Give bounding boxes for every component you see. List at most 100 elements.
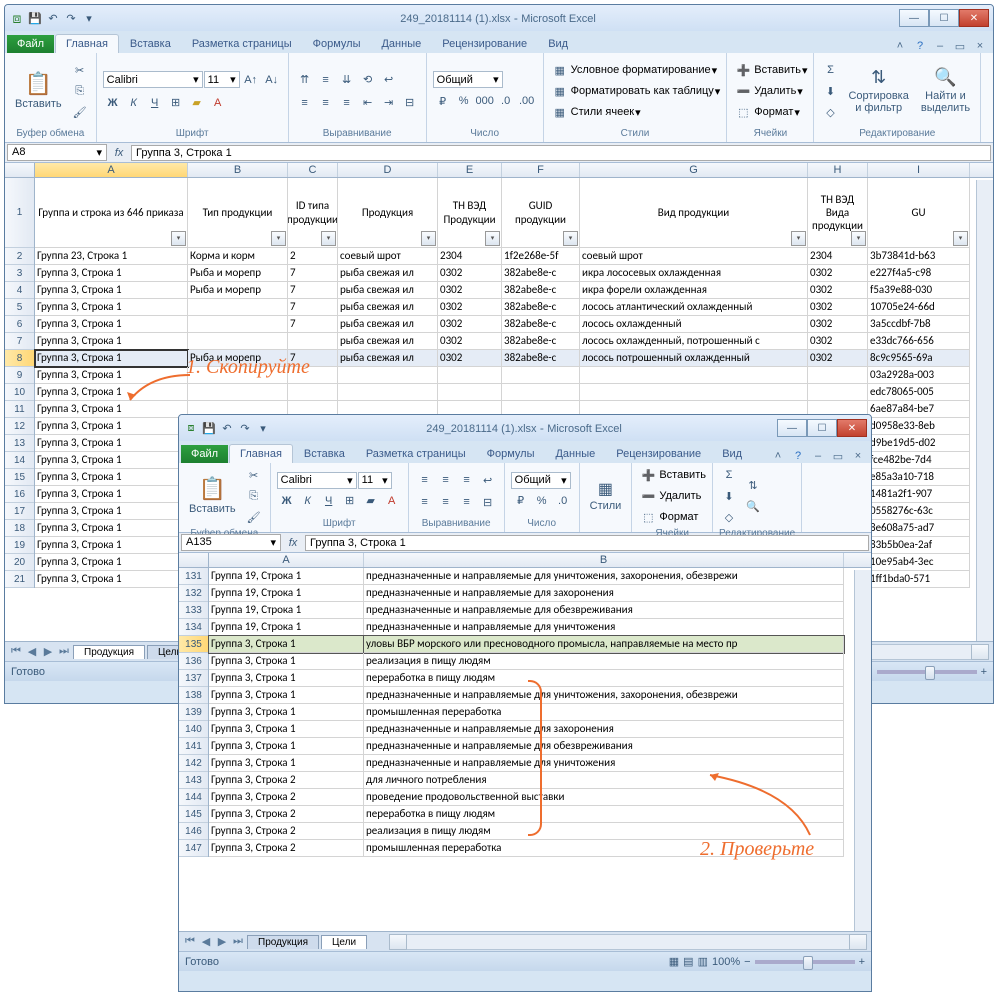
insert-cells-button[interactable]: ➕Вставить▾ — [733, 60, 807, 80]
cell[interactable]: 0302 — [438, 316, 502, 333]
cell[interactable] — [580, 367, 808, 384]
grow-font-icon[interactable]: A↑ — [241, 70, 261, 90]
cell[interactable] — [188, 299, 288, 316]
worksheet-sub[interactable]: AB13113213313413513613713813914014114214… — [179, 553, 871, 931]
close-button[interactable]: ✕ — [959, 9, 989, 27]
cell[interactable]: Рыба и морепр — [188, 282, 288, 299]
sort-icon[interactable]: ⇅ — [743, 476, 763, 496]
cell[interactable]: 0302 — [808, 265, 868, 282]
cell[interactable]: Группа 3, Строка 2 — [209, 840, 364, 857]
cell[interactable]: предназначенные и направляемые для обезв… — [364, 602, 844, 619]
paste-button[interactable]: 📋Вставить — [185, 475, 240, 517]
cell[interactable]: 7 — [288, 350, 338, 367]
cell[interactable]: 0302 — [808, 299, 868, 316]
cell[interactable]: рыба свежая ил — [338, 265, 438, 282]
cell[interactable]: Корма и корм — [188, 248, 288, 265]
column-header[interactable]: Вид продукции — [580, 178, 808, 248]
cell[interactable]: Группа 3, Строка 1 — [35, 503, 188, 520]
copy-icon[interactable]: ⎘ — [244, 486, 264, 506]
cell[interactable]: 382abe8e-c — [502, 299, 580, 316]
tab-data[interactable]: Данные — [371, 35, 431, 53]
help-icon[interactable]: ? — [791, 450, 805, 463]
sheet-tab-other[interactable]: Продукция — [247, 935, 319, 949]
cell[interactable] — [438, 384, 502, 401]
cell[interactable] — [502, 367, 580, 384]
cell[interactable]: для личного потребления — [364, 772, 844, 789]
fill-color-icon[interactable]: ▰ — [361, 491, 381, 511]
cell[interactable]: предназначенные и направляемые для уничт… — [364, 687, 844, 704]
cell[interactable]: Группа 3, Строка 1 — [209, 755, 364, 772]
tab-data[interactable]: Данные — [545, 445, 605, 463]
cell[interactable]: Группа 3, Строка 1 — [35, 299, 188, 316]
column-header[interactable]: Тип продукции — [188, 178, 288, 248]
align-left-icon[interactable]: ≡ — [295, 93, 315, 113]
align-bot-icon[interactable]: ⇊ — [337, 70, 357, 90]
cell[interactable]: 10e95ab4-3ec — [868, 554, 970, 571]
horizontal-scrollbar[interactable] — [389, 934, 867, 950]
cell[interactable]: 7 — [288, 265, 338, 282]
cell[interactable]: лосось потрошенный охлажденный — [580, 350, 808, 367]
column-header[interactable]: GU — [868, 178, 970, 248]
fill-color-icon[interactable]: ▰ — [187, 93, 207, 113]
cell[interactable]: Группа 3, Строка 2 — [209, 806, 364, 823]
tab-insert[interactable]: Вставка — [294, 445, 355, 463]
cell[interactable]: 0302 — [808, 350, 868, 367]
styles-button[interactable]: ▦Стили — [586, 479, 626, 515]
cell[interactable] — [808, 384, 868, 401]
cut-icon[interactable]: ✂ — [70, 60, 90, 80]
tab-review[interactable]: Рецензирование — [606, 445, 711, 463]
fx-icon[interactable]: fx — [109, 143, 129, 163]
minimize-button[interactable]: — — [899, 9, 929, 27]
bold-icon[interactable]: Ж — [277, 491, 297, 511]
cell[interactable]: лосось охлажденный, потрошенный с — [580, 333, 808, 350]
cell[interactable]: Группа 3, Строка 1 — [35, 316, 188, 333]
cell[interactable]: рыба свежая ил — [338, 299, 438, 316]
cell[interactable]: Группа 3, Строка 1 — [35, 435, 188, 452]
cell[interactable]: предназначенные и направляемые для захор… — [364, 585, 844, 602]
clear-icon[interactable]: ◇ — [719, 507, 739, 527]
tab-prev-icon[interactable]: ◀ — [199, 935, 213, 948]
cell[interactable]: рыба свежая ил — [338, 333, 438, 350]
indent-dec-icon[interactable]: ⇤ — [358, 93, 378, 113]
cell[interactable]: Группа 3, Строка 1 — [209, 670, 364, 687]
underline-icon[interactable]: Ч — [319, 491, 339, 511]
paste-button[interactable]: 📋Вставить — [11, 70, 66, 112]
cell[interactable]: Группа 3, Строка 1 — [35, 265, 188, 282]
format-painter-icon[interactable]: 🖌 — [70, 102, 90, 122]
cell[interactable]: 382abe8e-c — [502, 350, 580, 367]
cell[interactable]: 7 — [288, 282, 338, 299]
vertical-scrollbar[interactable] — [976, 180, 993, 641]
shrink-font-icon[interactable]: A↓ — [262, 70, 282, 90]
zoom-in-icon[interactable]: + — [981, 666, 987, 678]
cell[interactable]: Группа 3, Строка 2 — [209, 772, 364, 789]
cell[interactable]: 0302 — [438, 265, 502, 282]
cell[interactable]: Группа 3, Строка 1 — [35, 282, 188, 299]
tab-view[interactable]: Вид — [538, 35, 578, 53]
cell[interactable]: промышленная переработка — [364, 840, 844, 857]
doc-minimize-icon[interactable]: – — [933, 40, 947, 53]
cell[interactable]: икра лососевых охлажденная — [580, 265, 808, 282]
vertical-scrollbar[interactable] — [854, 570, 871, 931]
tab-file[interactable]: Файл — [181, 445, 228, 463]
cell[interactable] — [288, 384, 338, 401]
cell[interactable]: переработка в пищу людям — [364, 806, 844, 823]
number-format-combo[interactable]: Общий▾ — [433, 71, 503, 88]
tab-next-icon[interactable]: ▶ — [41, 645, 55, 658]
doc-restore-icon[interactable]: ▭ — [831, 450, 845, 463]
cell[interactable] — [808, 367, 868, 384]
cell[interactable]: Группа 3, Строка 1 — [209, 687, 364, 704]
cell[interactable]: 0302 — [808, 333, 868, 350]
underline-icon[interactable]: Ч — [145, 93, 165, 113]
autosum-icon[interactable]: Σ — [820, 60, 840, 80]
cell[interactable] — [188, 367, 288, 384]
doc-close-icon[interactable]: × — [851, 450, 865, 463]
italic-icon[interactable]: К — [298, 491, 318, 511]
minimize-button[interactable]: — — [777, 419, 807, 437]
cell[interactable]: Группа 3, Строка 1 — [209, 704, 364, 721]
merge-icon[interactable]: ⊟ — [400, 93, 420, 113]
tab-home[interactable]: Главная — [229, 444, 293, 463]
cell[interactable]: e85a3a10-718 — [868, 469, 970, 486]
cell[interactable]: соевый шрот — [338, 248, 438, 265]
tab-first-icon[interactable]: ⏮ — [9, 645, 23, 658]
cell[interactable]: d0958e33-8eb — [868, 418, 970, 435]
